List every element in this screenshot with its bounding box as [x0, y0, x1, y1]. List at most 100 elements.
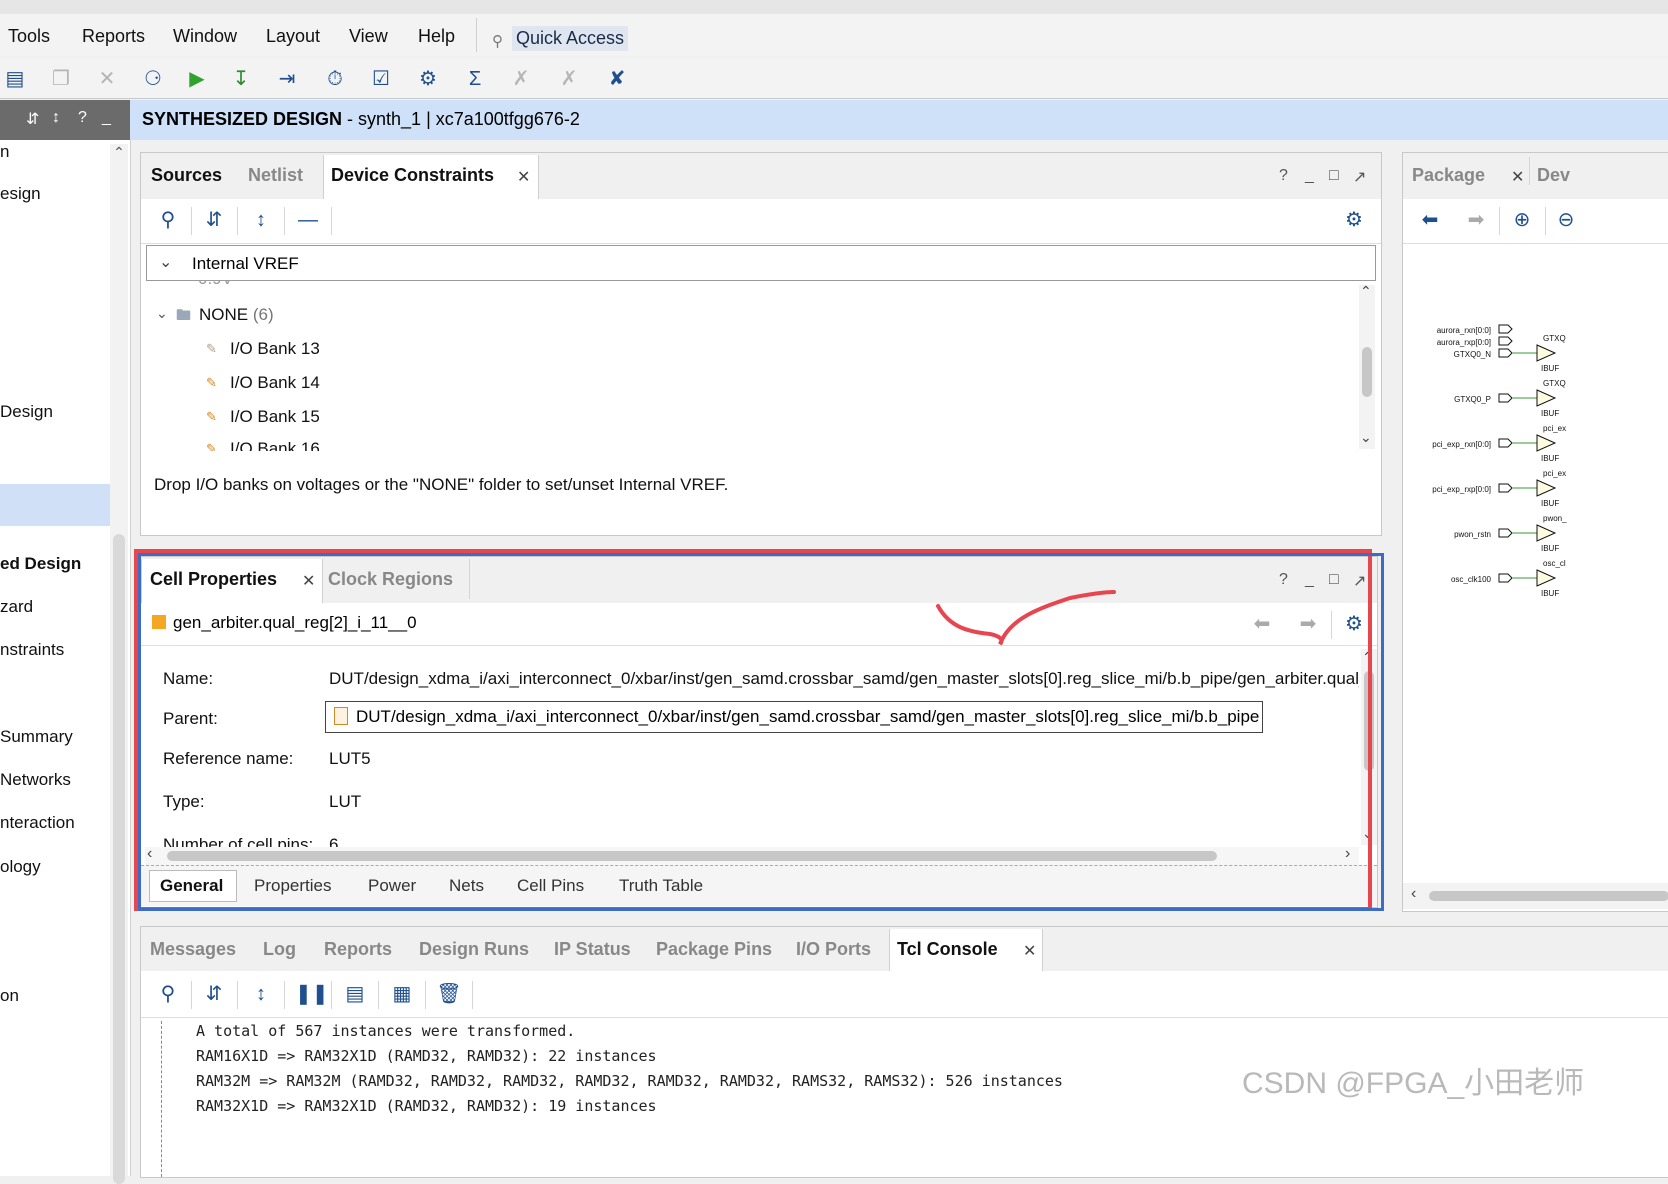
collapse-all-icon[interactable]: ⇵	[26, 109, 39, 129]
tab-ip-status[interactable]: IP Status	[554, 939, 631, 960]
tree-item-io-bank[interactable]: I/O Bank 13	[230, 339, 320, 359]
close-icon[interactable]: ✕	[1511, 167, 1524, 187]
copy-icon[interactable]: ▤	[342, 981, 368, 1007]
expand-all-icon[interactable]: ↕	[248, 207, 274, 233]
collapse-all-icon[interactable]: ⇵	[201, 981, 227, 1007]
console-icon-row: ⚲ ⇵ ↕ ❚❚ ▤ ▦ 🗑	[141, 971, 1668, 1018]
trash-icon[interactable]: 🗑	[436, 981, 462, 1007]
run-icon[interactable]: ▶	[184, 66, 210, 92]
tab-design-runs[interactable]: Design Runs	[419, 939, 529, 960]
scroll-thumb[interactable]	[1429, 891, 1668, 901]
tab-device-constraints[interactable]: Device Constraints	[331, 165, 494, 186]
package-tabbar: Package ✕ Dev	[1403, 153, 1668, 200]
flow-item[interactable]: n	[0, 142, 9, 162]
vref-filter-dropdown[interactable]: ⌄ Internal VREF	[146, 245, 1376, 281]
find-icon[interactable]: ⚆	[140, 66, 166, 92]
pause-icon[interactable]: ❚❚	[295, 981, 329, 1007]
menu-reports[interactable]: Reports	[82, 26, 145, 47]
flow-item[interactable]: Summary	[0, 727, 73, 747]
float-icon[interactable]: ↗	[1353, 167, 1366, 187]
tree-item-io-bank[interactable]: I/O Bank 16	[230, 439, 320, 451]
scroll-up-icon[interactable]: ⌃	[110, 144, 128, 161]
collapse-all-icon[interactable]: ⇵	[201, 207, 227, 233]
tab-log[interactable]: Log	[263, 939, 296, 960]
maximize-icon[interactable]: □	[1329, 167, 1339, 185]
minimize-icon[interactable]: _	[1305, 167, 1314, 185]
tree-item-io-bank[interactable]: I/O Bank 15	[230, 407, 320, 427]
menu-view[interactable]: View	[349, 26, 388, 47]
tab-package-pins[interactable]: Package Pins	[656, 939, 772, 960]
port-symbol	[1498, 393, 1513, 403]
menu-window[interactable]: Window	[173, 26, 237, 47]
delete-icon[interactable]: ✕	[94, 66, 120, 92]
flow-item[interactable]: zard	[0, 597, 33, 617]
back-icon[interactable]: ⬅	[1417, 207, 1443, 233]
timer-icon[interactable]: ⏱	[322, 66, 348, 92]
tab-device[interactable]: Dev	[1537, 165, 1570, 186]
minus-icon[interactable]: —	[295, 207, 321, 233]
search-icon[interactable]: ⚲	[155, 981, 181, 1007]
tab-tcl-console[interactable]: Tcl Console	[897, 939, 998, 960]
help-icon[interactable]: ?	[1279, 167, 1288, 185]
scroll-left-icon[interactable]: ‹	[1411, 885, 1416, 903]
settings-icon[interactable]: ⚙	[415, 66, 441, 92]
copy-icon[interactable]: ❐	[48, 66, 74, 92]
flow-item[interactable]: nstraints	[0, 640, 64, 660]
zoom-out-icon[interactable]: ⊖	[1553, 207, 1579, 233]
settings-icon[interactable]: ⚙	[1341, 207, 1367, 233]
menu-layout[interactable]: Layout	[266, 26, 320, 47]
flow-navigator-selection	[0, 484, 110, 526]
zoom-in-icon[interactable]: ⊕	[1509, 207, 1535, 233]
forward-icon[interactable]: ➡	[1463, 207, 1489, 233]
scroll-down-icon[interactable]: ⌄	[1360, 429, 1372, 446]
scroll-up-icon[interactable]: ⌃	[1360, 283, 1372, 300]
tree-scrollbar[interactable]: ⌃ ⌄	[1359, 283, 1375, 449]
flow-item[interactable]: Design	[0, 402, 53, 422]
save-icon[interactable]: ▤	[2, 66, 28, 92]
tab-sources[interactable]: Sources	[151, 165, 222, 186]
chevron-down-icon[interactable]: ⌄	[156, 305, 168, 322]
close-icon[interactable]: ✕	[517, 167, 530, 187]
tab-io-ports[interactable]: I/O Ports	[796, 939, 871, 960]
ibuf-symbol[interactable]	[1536, 344, 1557, 362]
flow-item-synthesized-design[interactable]: ed Design	[0, 554, 81, 574]
tool-disabled-icon[interactable]: ✗	[508, 66, 534, 92]
scroll-thumb[interactable]	[1362, 347, 1372, 397]
tool-disabled-icon[interactable]: ✗	[556, 66, 582, 92]
step-icon[interactable]: ⇥	[274, 66, 300, 92]
quick-access-search[interactable]: ⚲ Quick Access	[490, 22, 702, 59]
flow-item[interactable]: Networks	[0, 770, 71, 790]
tab-netlist[interactable]: Netlist	[248, 165, 303, 186]
package-hscrollbar[interactable]: ‹	[1403, 883, 1668, 909]
flow-item[interactable]: on	[0, 986, 19, 1006]
menu-tools[interactable]: Tools	[8, 26, 50, 47]
bitstream-icon[interactable]: ↧	[228, 66, 254, 92]
minimize-icon[interactable]: _	[102, 109, 111, 127]
tab-package[interactable]: Package	[1412, 165, 1485, 186]
sources-tabbar: Sources Netlist Device Constraints ✕ ? _…	[141, 153, 1381, 200]
ibuf-symbol[interactable]	[1536, 389, 1557, 407]
tree-item-io-bank[interactable]: I/O Bank 14	[230, 373, 320, 393]
search-icon[interactable]: ⚲	[155, 207, 181, 233]
table-icon[interactable]: ▦	[389, 981, 415, 1007]
flow-item[interactable]: esign	[0, 184, 41, 204]
separator	[284, 207, 285, 235]
tab-reports[interactable]: Reports	[324, 939, 392, 960]
flow-item[interactable]: nteraction	[0, 813, 75, 833]
help-icon[interactable]: ?	[78, 109, 87, 127]
sum-icon[interactable]: Σ	[462, 66, 488, 92]
expand-all-icon[interactable]: ↕	[248, 981, 274, 1007]
design-banner: SYNTHESIZED DESIGN - synth_1 | xc7a100tf…	[130, 100, 1668, 140]
flow-item[interactable]: ology	[0, 857, 41, 877]
ibuf-symbol[interactable]	[1536, 479, 1557, 497]
report-icon[interactable]: ☑	[368, 66, 394, 92]
ibuf-symbol[interactable]	[1536, 434, 1557, 452]
menu-help[interactable]: Help	[418, 26, 455, 47]
ibuf-symbol[interactable]	[1536, 569, 1557, 587]
close-icon[interactable]: ✕	[1023, 941, 1036, 961]
expand-all-icon[interactable]: ↕	[52, 109, 60, 127]
tab-messages[interactable]: Messages	[150, 939, 236, 960]
ibuf-symbol[interactable]	[1536, 524, 1557, 542]
tool-cancel-icon[interactable]: ✘	[604, 66, 630, 92]
tree-folder-none[interactable]: NONE (6)	[199, 305, 274, 325]
